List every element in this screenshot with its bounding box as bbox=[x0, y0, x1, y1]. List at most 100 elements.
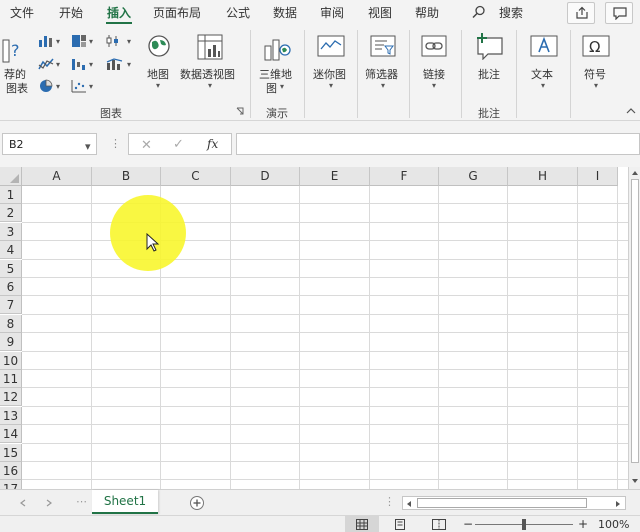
tab-file[interactable]: 文件 bbox=[10, 4, 34, 21]
stock-chart-icon[interactable] bbox=[106, 34, 124, 48]
select-all-corner[interactable] bbox=[0, 167, 22, 186]
tab-formulas[interactable]: 公式 bbox=[226, 4, 250, 21]
enter-icon[interactable]: ✓ bbox=[173, 137, 184, 152]
hierarchy-chart-icon[interactable] bbox=[71, 34, 87, 48]
prev-sheet-icon[interactable] bbox=[20, 499, 26, 507]
3d-map-label-2[interactable]: 图 bbox=[266, 80, 277, 96]
add-sheet-icon[interactable] bbox=[189, 495, 205, 511]
map-icon[interactable] bbox=[147, 34, 171, 58]
row-header[interactable]: 4 bbox=[0, 241, 22, 259]
row-header[interactable]: 9 bbox=[0, 333, 22, 351]
row-header[interactable]: 16 bbox=[0, 462, 22, 480]
row-header[interactable]: 10 bbox=[0, 352, 22, 370]
scroll-right-icon[interactable] bbox=[615, 500, 621, 508]
column-header[interactable]: I bbox=[578, 167, 618, 186]
recommended-charts-icon[interactable]: ? bbox=[2, 34, 22, 66]
search-icon[interactable] bbox=[472, 5, 486, 19]
pivot-chart-icon[interactable] bbox=[197, 34, 223, 60]
tab-help[interactable]: 帮助 bbox=[415, 4, 439, 21]
row-header[interactable]: 8 bbox=[0, 315, 22, 333]
tab-home[interactable]: 开始 bbox=[59, 4, 83, 21]
zoom-level[interactable]: 100% bbox=[598, 518, 629, 531]
horizontal-scrollbar[interactable] bbox=[402, 496, 626, 510]
pie-chart-icon[interactable] bbox=[38, 79, 54, 93]
tabs-more-icon: ⋯ bbox=[76, 495, 87, 508]
row-header[interactable]: 17 bbox=[0, 480, 22, 489]
column-header[interactable]: E bbox=[300, 167, 370, 186]
column-header[interactable]: F bbox=[370, 167, 439, 186]
text-label[interactable]: 文本 bbox=[531, 66, 553, 82]
search-label[interactable]: 搜索 bbox=[499, 4, 523, 21]
chevron-down-icon[interactable]: ▾ bbox=[85, 140, 91, 153]
comments-button[interactable] bbox=[605, 2, 633, 24]
filter-icon[interactable] bbox=[370, 34, 396, 58]
row-header[interactable]: 1 bbox=[0, 186, 22, 204]
row-header[interactable]: 15 bbox=[0, 444, 22, 462]
link-label[interactable]: 链接 bbox=[423, 66, 445, 82]
cancel-icon[interactable]: ✕ bbox=[141, 138, 152, 153]
horizontal-scroll-thumb[interactable] bbox=[417, 498, 587, 508]
3d-map-icon[interactable] bbox=[263, 34, 291, 62]
symbol-label[interactable]: 符号 bbox=[584, 66, 606, 82]
spreadsheet-grid[interactable]: ABCDEFGHI 1 2 3 4 5 6 7 8 9 10 11 12 13 14 15 16 17 bbox=[0, 167, 628, 489]
text-icon[interactable] bbox=[530, 34, 558, 58]
row-header[interactable]: 3 bbox=[0, 223, 22, 241]
scroll-up-icon[interactable] bbox=[631, 170, 639, 176]
page-layout-view-icon[interactable] bbox=[394, 519, 406, 530]
comment-label[interactable]: 批注 bbox=[478, 66, 500, 82]
sparklines-label[interactable]: 迷你图 bbox=[313, 66, 346, 82]
recommended-charts-label-2[interactable]: 图表 bbox=[6, 80, 28, 96]
row-header[interactable]: 5 bbox=[0, 260, 22, 278]
row-header[interactable]: 13 bbox=[0, 407, 22, 425]
insert-function-icon[interactable]: fx bbox=[207, 137, 218, 151]
tab-review[interactable]: 审阅 bbox=[320, 4, 344, 21]
column-header[interactable]: D bbox=[231, 167, 300, 186]
zoom-out-button[interactable]: − bbox=[463, 517, 473, 531]
column-header[interactable]: H bbox=[508, 167, 578, 186]
tab-insert[interactable]: 插入 bbox=[107, 4, 131, 21]
row-header[interactable]: 7 bbox=[0, 296, 22, 314]
row-header[interactable]: 11 bbox=[0, 370, 22, 388]
link-icon[interactable] bbox=[421, 34, 447, 58]
waterfall-chart-icon[interactable] bbox=[71, 57, 87, 71]
next-sheet-icon[interactable] bbox=[46, 499, 52, 507]
row-header[interactable]: 2 bbox=[0, 204, 22, 222]
new-comment-icon[interactable] bbox=[474, 32, 504, 60]
scatter-chart-icon[interactable] bbox=[71, 79, 87, 93]
combo-chart-icon[interactable] bbox=[106, 57, 124, 71]
formula-input[interactable] bbox=[236, 133, 640, 155]
column-header[interactable]: C bbox=[161, 167, 231, 186]
tab-data[interactable]: 数据 bbox=[273, 4, 297, 21]
map-label[interactable]: 地图 bbox=[147, 66, 169, 82]
pivot-chart-label[interactable]: 数据透视图 bbox=[180, 66, 235, 82]
tab-view[interactable]: 视图 bbox=[368, 4, 392, 21]
scroll-down-icon[interactable] bbox=[631, 478, 639, 484]
vertical-scrollbar[interactable] bbox=[628, 167, 640, 489]
row-header[interactable]: 14 bbox=[0, 425, 22, 443]
symbol-icon[interactable]: Ω bbox=[582, 34, 610, 58]
normal-view-button[interactable] bbox=[345, 516, 379, 532]
sparklines-icon[interactable] bbox=[317, 34, 345, 58]
sheet-tab[interactable]: Sheet1 bbox=[92, 490, 158, 514]
svg-text:?: ? bbox=[11, 41, 20, 60]
row-header[interactable]: 6 bbox=[0, 278, 22, 296]
split-handle-icon[interactable]: ⋮ bbox=[384, 495, 395, 508]
vertical-scroll-thumb[interactable] bbox=[631, 179, 639, 463]
gridline-horizontal bbox=[22, 406, 628, 407]
page-break-view-icon[interactable] bbox=[432, 519, 446, 530]
scroll-left-icon[interactable] bbox=[406, 500, 412, 508]
tab-page-layout[interactable]: 页面布局 bbox=[153, 4, 201, 21]
column-header[interactable]: G bbox=[439, 167, 508, 186]
share-button[interactable] bbox=[567, 2, 595, 24]
slicer-label[interactable]: 筛选器 bbox=[365, 66, 398, 82]
row-header[interactable]: 12 bbox=[0, 388, 22, 406]
column-header[interactable]: B bbox=[92, 167, 161, 186]
dialog-launcher-icon[interactable] bbox=[236, 107, 245, 116]
collapse-ribbon-icon[interactable] bbox=[626, 107, 636, 115]
zoom-in-button[interactable]: + bbox=[578, 517, 588, 531]
zoom-slider-knob[interactable] bbox=[522, 519, 526, 530]
column-header[interactable]: A bbox=[22, 167, 92, 186]
column-chart-icon[interactable] bbox=[38, 34, 54, 48]
line-chart-icon[interactable] bbox=[38, 57, 54, 71]
name-box[interactable]: B2 ▾ bbox=[2, 133, 97, 155]
